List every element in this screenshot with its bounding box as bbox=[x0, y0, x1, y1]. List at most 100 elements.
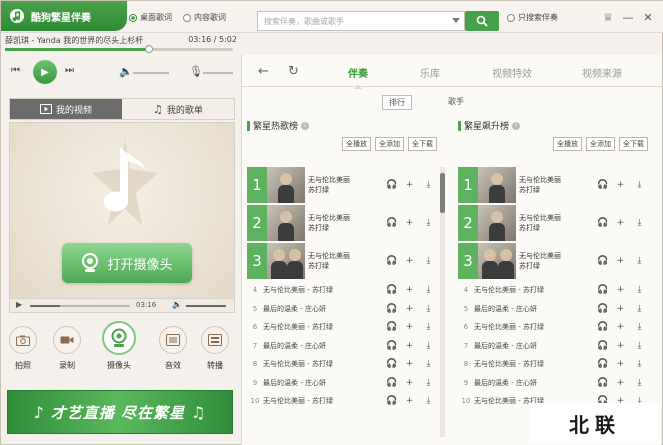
tab-my-videos[interactable]: 我的视频 bbox=[10, 99, 122, 119]
song-progress-handle[interactable] bbox=[144, 45, 153, 53]
song-progress-bar[interactable] bbox=[5, 45, 233, 53]
download-icon[interactable]: ⤓ bbox=[635, 285, 644, 295]
add-icon[interactable]: + bbox=[616, 359, 625, 369]
add-icon[interactable]: + bbox=[616, 378, 625, 388]
sing-icon[interactable]: 🎧 bbox=[386, 218, 397, 228]
play-all-button[interactable]: 全播放 bbox=[342, 137, 371, 151]
sing-icon[interactable]: 🎧 bbox=[386, 256, 397, 266]
add-icon[interactable]: + bbox=[405, 396, 414, 406]
broadcast-button[interactable]: 转播 bbox=[199, 326, 231, 371]
scroll-thumb[interactable] bbox=[440, 173, 445, 213]
open-camera-button[interactable]: 打开摄像头 bbox=[62, 243, 192, 283]
table-row[interactable]: 10 无与伦比美丽 - 苏打绿 🎧 + ⤓ bbox=[247, 392, 437, 411]
tab-video-source[interactable]: 视频来源 bbox=[582, 65, 622, 80]
download-all-button[interactable]: 全下载 bbox=[619, 137, 648, 151]
sing-icon[interactable]: 🎧 bbox=[597, 285, 608, 295]
minimize-button[interactable]: — bbox=[621, 10, 635, 24]
sing-icon[interactable]: 🎧 bbox=[597, 359, 608, 369]
add-icon[interactable]: + bbox=[405, 180, 414, 190]
add-icon[interactable]: + bbox=[616, 322, 625, 332]
list-item[interactable]: 3 无与伦比美丽 苏打绿 🎧 + ⤓ bbox=[458, 243, 648, 279]
table-row[interactable]: 9 最后的温柔 - 庄心妍 🎧 + ⤓ bbox=[247, 374, 437, 393]
download-icon[interactable]: ⤓ bbox=[635, 180, 644, 190]
refresh-icon[interactable]: ↻ bbox=[288, 64, 299, 79]
download-icon[interactable]: ⤓ bbox=[635, 256, 644, 266]
sing-icon[interactable]: 🎧 bbox=[597, 256, 608, 266]
play-all-button[interactable]: 全播放 bbox=[553, 137, 582, 151]
video-volume-slider[interactable] bbox=[186, 305, 226, 307]
effects-button[interactable]: 音效 bbox=[157, 326, 189, 371]
download-all-button[interactable]: 全下载 bbox=[408, 137, 437, 151]
volume-icon[interactable]: 🔈 bbox=[172, 300, 182, 309]
add-icon[interactable]: + bbox=[616, 256, 625, 266]
search-input[interactable]: 搜索伴奏，歌曲或歌手 bbox=[257, 11, 465, 31]
volume-button[interactable]: 🔈 bbox=[119, 65, 133, 78]
prev-button[interactable]: ⏮ bbox=[11, 65, 20, 76]
download-icon[interactable]: ⤓ bbox=[424, 378, 433, 388]
download-icon[interactable]: ⤓ bbox=[424, 285, 433, 295]
sing-icon[interactable]: 🎧 bbox=[597, 322, 608, 332]
add-icon[interactable]: + bbox=[405, 322, 414, 332]
sing-icon[interactable]: 🎧 bbox=[597, 378, 608, 388]
video-progress-bar[interactable] bbox=[30, 305, 130, 307]
sing-icon[interactable]: 🎧 bbox=[386, 341, 397, 351]
video-play-icon[interactable]: ▶ bbox=[16, 300, 22, 309]
sing-icon[interactable]: 🎧 bbox=[597, 304, 608, 314]
download-icon[interactable]: ⤓ bbox=[424, 304, 433, 314]
photo-button[interactable]: 拍照 bbox=[7, 326, 39, 371]
add-all-button[interactable]: 全添加 bbox=[586, 137, 615, 151]
download-icon[interactable]: ⤓ bbox=[635, 378, 644, 388]
table-row[interactable]: 4 无与伦比美丽 - 苏打绿 🎧 + ⤓ bbox=[458, 281, 648, 300]
table-row[interactable]: 7 最后的温柔 - 庄心妍 🎧 + ⤓ bbox=[458, 337, 648, 356]
list-item[interactable]: 3 无与伦比美丽 苏打绿 🎧 + ⤓ bbox=[247, 243, 437, 279]
hot-chart-scrollbar[interactable] bbox=[440, 167, 445, 437]
add-icon[interactable]: + bbox=[405, 359, 414, 369]
list-item[interactable]: 1 无与伦比美丽 苏打绿 🎧 + ⤓ bbox=[247, 167, 437, 203]
add-all-button[interactable]: 全添加 bbox=[375, 137, 404, 151]
play-button[interactable]: ▶ bbox=[33, 60, 57, 84]
add-icon[interactable]: + bbox=[405, 341, 414, 351]
download-icon[interactable]: ⤓ bbox=[635, 341, 644, 351]
table-row[interactable]: 5 最后的温柔 - 庄心妍 🎧 + ⤓ bbox=[247, 300, 437, 319]
sing-icon[interactable]: 🎧 bbox=[386, 304, 397, 314]
add-icon[interactable]: + bbox=[616, 304, 625, 314]
mic-button[interactable]: 🎙 bbox=[189, 65, 203, 78]
only-accompaniment-option[interactable]: 只搜索伴奏 bbox=[507, 12, 558, 23]
download-icon[interactable]: ⤓ bbox=[424, 396, 433, 406]
table-row[interactable]: 8 无与伦比美丽 - 苏打绿 🎧 + ⤓ bbox=[247, 355, 437, 374]
download-icon[interactable]: ⤓ bbox=[635, 304, 644, 314]
add-icon[interactable]: + bbox=[616, 218, 625, 228]
table-row[interactable]: 9 最后的温柔 - 庄心妍 🎧 + ⤓ bbox=[458, 374, 648, 393]
sing-icon[interactable]: 🎧 bbox=[386, 285, 397, 295]
table-row[interactable]: 6 无与伦比美丽 - 苏打绿 🎧 + ⤓ bbox=[458, 318, 648, 337]
record-button[interactable]: 录制 bbox=[51, 326, 83, 371]
download-icon[interactable]: ⤓ bbox=[424, 322, 433, 332]
sing-icon[interactable]: 🎧 bbox=[597, 218, 608, 228]
list-item[interactable]: 1 无与伦比美丽 苏打绿 🎧 + ⤓ bbox=[458, 167, 648, 203]
search-button[interactable] bbox=[465, 11, 499, 31]
download-icon[interactable]: ⤓ bbox=[424, 180, 433, 190]
sing-icon[interactable]: 🎧 bbox=[386, 322, 397, 332]
download-icon[interactable]: ⤓ bbox=[424, 218, 433, 228]
info-icon[interactable]: i bbox=[512, 121, 521, 130]
list-item[interactable]: 2 无与伦比美丽 苏打绿 🎧 + ⤓ bbox=[247, 205, 437, 241]
sing-icon[interactable]: 🎧 bbox=[597, 180, 608, 190]
volume-slider[interactable] bbox=[133, 72, 169, 74]
add-icon[interactable]: + bbox=[405, 256, 414, 266]
list-item[interactable]: 2 无与伦比美丽 苏打绿 🎧 + ⤓ bbox=[458, 205, 648, 241]
add-icon[interactable]: + bbox=[616, 341, 625, 351]
add-icon[interactable]: + bbox=[405, 304, 414, 314]
promo-banner[interactable]: ♪ 才艺直播 尽在繁星 ♫ bbox=[7, 390, 233, 434]
close-button[interactable]: ✕ bbox=[641, 10, 655, 24]
table-row[interactable]: 6 无与伦比美丽 - 苏打绿 🎧 + ⤓ bbox=[247, 318, 437, 337]
tab-library[interactable]: 乐库 bbox=[420, 65, 440, 80]
table-row[interactable]: 5 最后的温柔 - 庄心妍 🎧 + ⤓ bbox=[458, 300, 648, 319]
desktop-lyrics-option[interactable]: 桌面歌词 bbox=[129, 12, 172, 23]
sing-icon[interactable]: 🎧 bbox=[386, 378, 397, 388]
download-icon[interactable]: ⤓ bbox=[424, 359, 433, 369]
add-icon[interactable]: + bbox=[405, 285, 414, 295]
download-icon[interactable]: ⤓ bbox=[424, 256, 433, 266]
add-icon[interactable]: + bbox=[405, 378, 414, 388]
download-icon[interactable]: ⤓ bbox=[635, 322, 644, 332]
download-icon[interactable]: ⤓ bbox=[424, 341, 433, 351]
